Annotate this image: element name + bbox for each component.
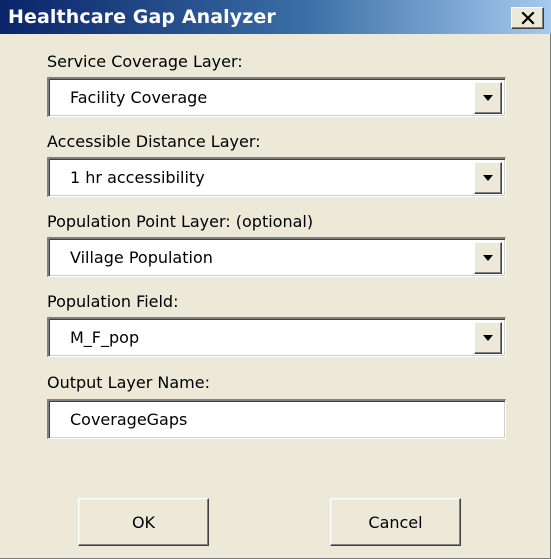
chevron-down-icon [483,175,493,181]
window-title: Healthcare Gap Analyzer [8,6,276,28]
service-coverage-select[interactable]: Facility Coverage [47,77,506,117]
chevron-down-icon [483,255,493,261]
close-button[interactable] [511,7,544,29]
population-point-value: Village Population [70,248,213,267]
service-coverage-label: Service Coverage Layer: [47,52,243,71]
output-layer-value: CoverageGaps [70,410,188,429]
output-layer-label: Output Layer Name: [47,373,210,392]
dialog-window: Healthcare Gap Analyzer Service Coverage… [0,0,551,559]
accessible-distance-select[interactable]: 1 hr accessibility [47,157,506,197]
accessible-distance-value: 1 hr accessibility [70,168,205,187]
cancel-button[interactable]: Cancel [330,498,461,546]
close-icon [520,11,535,25]
population-field-value: M_F_pop [70,328,140,347]
population-point-label: Population Point Layer: (optional) [47,212,314,231]
title-bar[interactable]: Healthcare Gap Analyzer [0,0,551,34]
accessible-distance-label: Accessible Distance Layer: [47,132,261,151]
population-point-dropdown-button[interactable] [474,242,502,274]
population-field-select[interactable]: M_F_pop [47,317,506,357]
ok-button[interactable]: OK [78,498,209,546]
service-coverage-value: Facility Coverage [70,88,208,107]
chevron-down-icon [483,95,493,101]
population-field-label: Population Field: [47,292,179,311]
population-field-dropdown-button[interactable] [474,322,502,354]
accessible-distance-dropdown-button[interactable] [474,162,502,194]
output-layer-input[interactable]: CoverageGaps [47,399,506,439]
population-point-select[interactable]: Village Population [47,237,506,277]
chevron-down-icon [483,335,493,341]
service-coverage-dropdown-button[interactable] [474,82,502,114]
